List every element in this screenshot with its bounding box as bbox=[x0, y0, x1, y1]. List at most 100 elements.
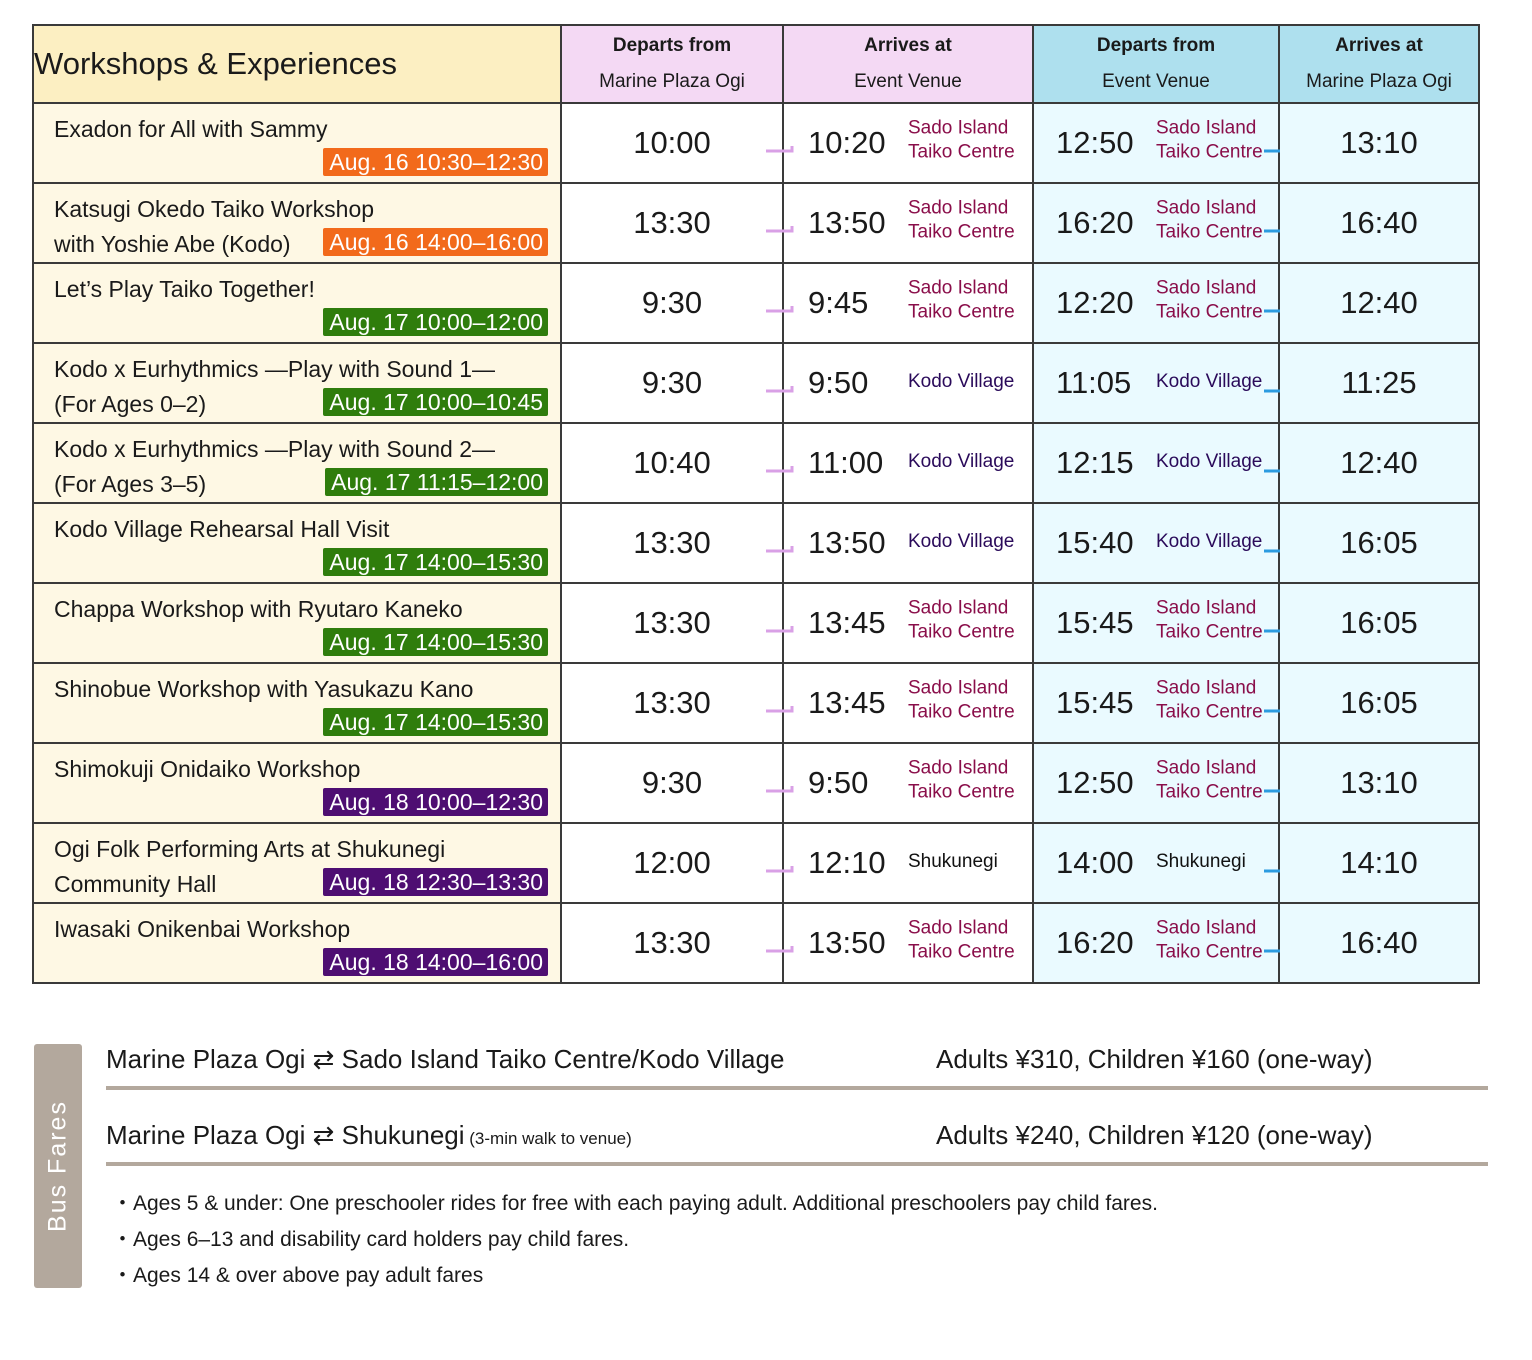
venue-name: Sado Island Taiko Centre bbox=[908, 597, 1015, 643]
arrive-venue-cell: 13:45 Sado Island Taiko Centre bbox=[766, 582, 1034, 664]
event-date-badge: Aug. 17 14:00–15:30 bbox=[323, 628, 548, 656]
table-row: Kodo x Eurhythmics —Play with Sound 1— (… bbox=[32, 342, 1480, 424]
event-cell: Katsugi Okedo Taiko Workshop with Yoshie… bbox=[32, 182, 562, 264]
venue-name: Kodo Village bbox=[908, 450, 1015, 472]
depart-venue-cell: 12:15 Kodo Village bbox=[1032, 422, 1292, 504]
return-depart-time: 12:50 bbox=[1056, 125, 1134, 160]
venue-name: Kodo Village bbox=[908, 370, 1015, 392]
arrive-marine-plaza-cell: 13:10 bbox=[1278, 102, 1480, 184]
venue-name: Sado Island Taiko Centre bbox=[1156, 917, 1263, 963]
table-title: Workshops & Experiences bbox=[32, 24, 562, 104]
arrive-marine-plaza-cell: 16:40 bbox=[1278, 182, 1480, 264]
event-date-badge: Aug. 17 10:00–12:00 bbox=[323, 308, 548, 336]
event-date-badge: Aug. 16 10:30–12:30 bbox=[323, 148, 548, 176]
return-depart-time: 12:50 bbox=[1056, 765, 1134, 800]
event-cell: Chappa Workshop with Ryutaro Kaneko Aug. … bbox=[32, 582, 562, 664]
depart-marine-plaza-cell: 9:30 bbox=[560, 342, 784, 424]
venue-name: Kodo Village bbox=[1156, 450, 1263, 472]
venue-name: Sado Island Taiko Centre bbox=[1156, 197, 1263, 243]
venue-name: Sado Island Taiko Centre bbox=[908, 917, 1015, 963]
return-depart-time: 15:45 bbox=[1056, 605, 1134, 640]
event-date-badge: Aug. 18 14:00–16:00 bbox=[323, 948, 548, 976]
return-depart-time: 16:20 bbox=[1056, 205, 1134, 240]
depart-marine-plaza-cell: 12:00 bbox=[560, 822, 784, 904]
bus-fares-label: Bus Fares bbox=[34, 1044, 82, 1288]
arrive-time: 13:45 bbox=[808, 605, 886, 640]
depart-time: 9:30 bbox=[641, 285, 703, 320]
arrive-venue-cell: 13:45 Sado Island Taiko Centre bbox=[766, 662, 1034, 744]
return-arrive-time: 16:05 bbox=[1340, 685, 1418, 720]
venue-name: Sado Island Taiko Centre bbox=[1156, 597, 1263, 643]
event-name: Iwasaki Onikenbai Workshop bbox=[54, 916, 351, 942]
return-arrive-time: 16:40 bbox=[1340, 925, 1418, 960]
depart-marine-plaza-cell: 13:30 bbox=[560, 502, 784, 584]
outbound-arrow-icon bbox=[766, 223, 796, 233]
depart-marine-plaza-cell: 10:00 bbox=[560, 102, 784, 184]
event-date-badge: Aug. 17 11:15–12:00 bbox=[325, 468, 548, 496]
venue-name: Sado Island Taiko Centre bbox=[1156, 677, 1263, 723]
event-date-badge: Aug. 17 10:00–10:45 bbox=[323, 388, 548, 416]
arrive-marine-plaza-cell: 12:40 bbox=[1278, 422, 1480, 504]
table-row: Let’s Play Taiko Together! Aug. 17 10:00–… bbox=[32, 262, 1480, 344]
return-depart-time: 12:20 bbox=[1056, 285, 1134, 320]
arrive-marine-plaza-cell: 16:05 bbox=[1278, 662, 1480, 744]
depart-time: 13:30 bbox=[633, 525, 711, 560]
depart-venue-cell: 16:20 Sado Island Taiko Centre bbox=[1032, 902, 1292, 984]
depart-venue-cell: 11:05 Kodo Village bbox=[1032, 342, 1292, 424]
arrive-time: 9:50 bbox=[808, 365, 869, 400]
depart-time: 13:30 bbox=[633, 605, 711, 640]
venue-name: Shukunegi bbox=[1156, 850, 1246, 872]
return-depart-time: 14:00 bbox=[1056, 845, 1134, 880]
event-date-badge: Aug. 16 14:00–16:00 bbox=[323, 228, 548, 256]
venue-name: Sado Island Taiko Centre bbox=[908, 117, 1015, 163]
outbound-arrow-icon bbox=[766, 943, 796, 953]
event-name: Exadon for All with Sammy bbox=[54, 116, 328, 142]
arrive-venue-cell: 9:45 Sado Island Taiko Centre bbox=[766, 262, 1034, 344]
venue-name: Kodo Village bbox=[1156, 530, 1263, 552]
event-cell: Let’s Play Taiko Together! Aug. 17 10:00–… bbox=[32, 262, 562, 344]
return-depart-time: 15:45 bbox=[1056, 685, 1134, 720]
depart-time: 10:00 bbox=[633, 125, 711, 160]
venue-name: Sado Island Taiko Centre bbox=[908, 277, 1015, 323]
return-arrive-time: 16:40 bbox=[1340, 205, 1418, 240]
arrive-marine-plaza-cell: 16:05 bbox=[1278, 582, 1480, 664]
event-name: Let’s Play Taiko Together! bbox=[54, 276, 315, 302]
event-date-badge: Aug. 17 14:00–15:30 bbox=[323, 548, 548, 576]
depart-time: 9:30 bbox=[641, 365, 703, 400]
depart-time: 13:30 bbox=[633, 205, 711, 240]
venue-name: Kodo Village bbox=[908, 530, 1015, 552]
table-row: Katsugi Okedo Taiko Workshop with Yoshie… bbox=[32, 182, 1480, 264]
fare-note: ・Ages 6–13 and disability card holders p… bbox=[112, 1228, 630, 1251]
table-row: Chappa Workshop with Ryutaro Kaneko Aug. … bbox=[32, 582, 1480, 664]
arrive-venue-cell: 13:50 Kodo Village bbox=[766, 502, 1034, 584]
venue-name: Shukunegi bbox=[908, 850, 998, 872]
arrive-marine-plaza-cell: 14:10 bbox=[1278, 822, 1480, 904]
fare-price: Adults ¥310, Children ¥160 (one-way) bbox=[936, 1044, 1373, 1074]
return-depart-time: 16:20 bbox=[1056, 925, 1134, 960]
depart-venue-cell: 16:20 Sado Island Taiko Centre bbox=[1032, 182, 1292, 264]
fare-line-taiko-kodo: Marine Plaza Ogi ⇄ Sado Island Taiko Cen… bbox=[106, 1044, 1488, 1090]
fare-price: Adults ¥240, Children ¥120 (one-way) bbox=[936, 1120, 1373, 1150]
event-cell: Iwasaki Onikenbai Workshop Aug. 18 14:00–… bbox=[32, 902, 562, 984]
depart-marine-plaza-cell: 13:30 bbox=[560, 902, 784, 984]
depart-time: 12:00 bbox=[633, 845, 711, 880]
depart-marine-plaza-cell: 13:30 bbox=[560, 582, 784, 664]
return-arrive-time: 12:40 bbox=[1340, 445, 1418, 480]
col-header-depart-marine-plaza: Departs from Marine Plaza Ogi bbox=[560, 24, 784, 104]
depart-time: 9:30 bbox=[641, 765, 703, 800]
event-date-badge: Aug. 18 10:00–12:30 bbox=[323, 788, 548, 816]
depart-marine-plaza-cell: 9:30 bbox=[560, 262, 784, 344]
depart-venue-cell: 12:50 Sado Island Taiko Centre bbox=[1032, 102, 1292, 184]
outbound-arrow-icon bbox=[766, 383, 796, 393]
depart-venue-cell: 15:45 Sado Island Taiko Centre bbox=[1032, 662, 1292, 744]
depart-marine-plaza-cell: 10:40 bbox=[560, 422, 784, 504]
arrive-venue-cell: 11:00 Kodo Village bbox=[766, 422, 1034, 504]
event-name: Kodo Village Rehearsal Hall Visit bbox=[54, 516, 390, 542]
arrive-venue-cell: 13:50 Sado Island Taiko Centre bbox=[766, 902, 1034, 984]
col-header-arrive-venue: Arrives at Event Venue bbox=[782, 24, 1034, 104]
col-header-depart-venue: Departs from Event Venue bbox=[1032, 24, 1280, 104]
fare-route: Marine Plaza Ogi ⇄ Sado Island Taiko Cen… bbox=[106, 1044, 785, 1074]
outbound-arrow-icon bbox=[766, 303, 796, 313]
bus-fares-section: Bus Fares Marine Plaza Ogi ⇄ Sado Island… bbox=[34, 1044, 1494, 1294]
return-arrive-time: 13:10 bbox=[1340, 765, 1418, 800]
